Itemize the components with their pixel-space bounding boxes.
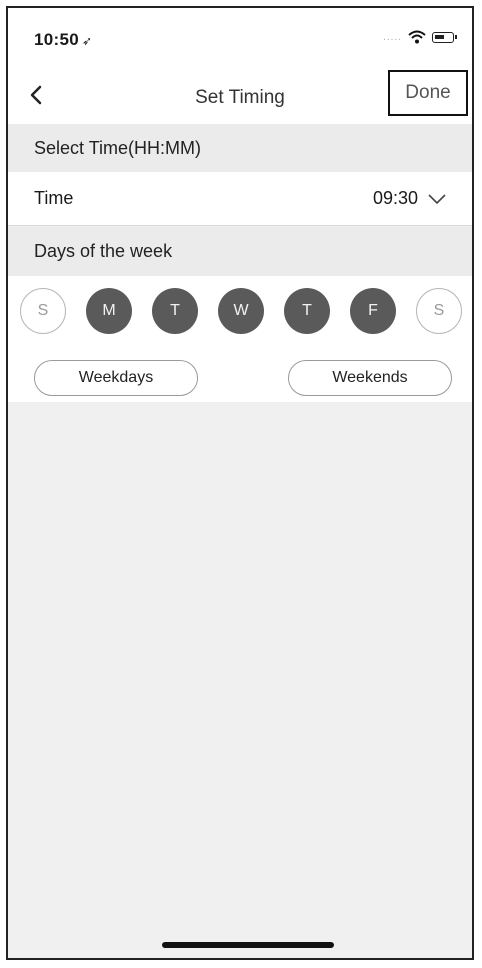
home-indicator[interactable] [162, 942, 334, 948]
location-arrow-icon: ➶ [81, 34, 93, 48]
day-wednesday[interactable]: W [218, 288, 264, 334]
select-time-header: Select Time(HH:MM) [8, 124, 472, 172]
weekdays-button[interactable]: Weekdays [34, 360, 198, 396]
wifi-icon [408, 30, 426, 44]
status-bar: 10:50 ➶ ..... [8, 8, 472, 66]
day-tuesday[interactable]: T [152, 288, 198, 334]
days-panel: S M T W T F S Weekdays Weekends [8, 276, 472, 402]
done-button[interactable]: Done [388, 70, 468, 116]
time-label: Time [34, 188, 74, 208]
day-saturday[interactable]: S [416, 288, 462, 334]
day-sunday[interactable]: S [20, 288, 66, 334]
signal-dots: ..... [383, 31, 402, 43]
time-value-container: 09:30 [373, 188, 446, 209]
days-of-week-header: Days of the week [8, 227, 472, 276]
day-friday[interactable]: F [350, 288, 396, 334]
status-time-text: 10:50 [34, 30, 79, 49]
status-indicators: ..... [383, 30, 457, 44]
status-time: 10:50 ➶ [34, 30, 92, 50]
weekends-button[interactable]: Weekends [288, 360, 452, 396]
time-value: 09:30 [372, 188, 418, 208]
day-thursday[interactable]: T [284, 288, 330, 334]
day-selector: S M T W T F S [20, 288, 462, 334]
time-row[interactable]: Time 09:30 [8, 172, 472, 226]
battery-icon [432, 31, 457, 43]
phone-screen: 10:50 ➶ ..... Set Timing Done Select Time… [6, 6, 474, 960]
chevron-down-icon [428, 193, 446, 204]
day-monday[interactable]: M [86, 288, 132, 334]
nav-bar: Set Timing Done [8, 66, 472, 124]
